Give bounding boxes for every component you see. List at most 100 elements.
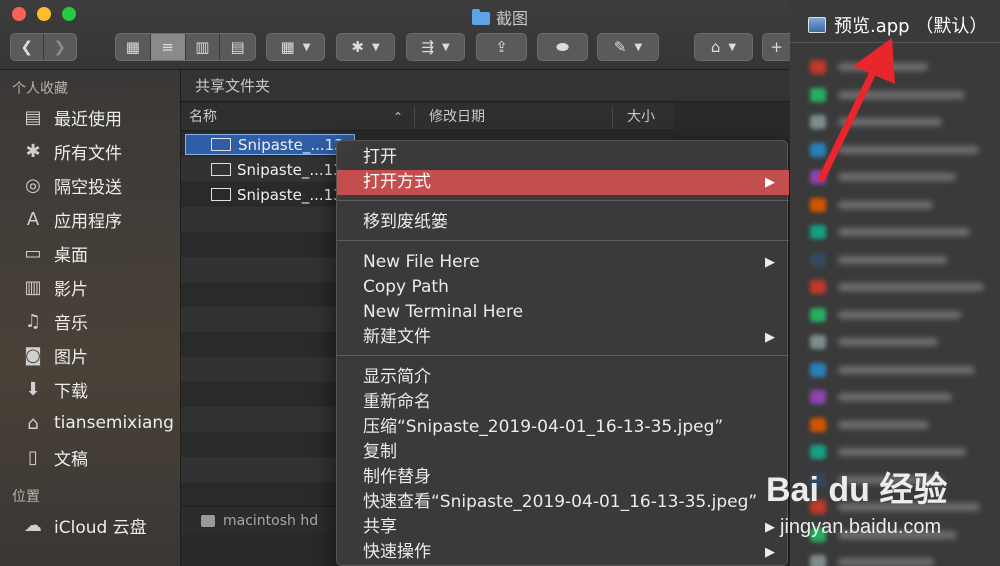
gallery-view-button[interactable]: ▤ <box>220 34 255 60</box>
document-icon: ▯ <box>28 446 38 468</box>
sidebar: 个人收藏 ▤ 最近使用 ✱ 所有文件 ◎ 隔空投送 A 应用程序 ▭ 桌面 ▥ 影片 ♫ 音乐… <box>0 70 181 566</box>
sort-ascending-icon: ⌃ <box>393 110 404 124</box>
menu-item-open-with[interactable]: 打开方式 ▶ <box>337 170 789 195</box>
menu-item-make-alias[interactable]: 制作替身 <box>337 465 789 490</box>
submenu-item-label: 预览.app （默认） <box>834 16 988 37</box>
sidebar-item-movies[interactable]: ▥ 影片 <box>0 270 180 304</box>
menu-item-quick-look[interactable]: 快速查看“Snipaste_2019-04-01_16-13-35.jpeg” <box>337 490 789 515</box>
blurred-app-row <box>810 307 990 322</box>
edit-button[interactable]: ✎ ▼ <box>597 33 659 61</box>
menu-item-label: 压缩“Snipaste_2019-04-01_16-13-35.jpeg” <box>363 417 724 437</box>
sidebar-item-downloads[interactable]: ⬇ 下载 <box>0 372 180 406</box>
column-name[interactable]: 名称 <box>189 103 217 131</box>
blurred-app-row <box>810 280 990 294</box>
sidebar-item-recents[interactable]: ▤ 最近使用 <box>0 100 180 134</box>
image-file-icon <box>211 163 231 176</box>
menu-item-new-file-here[interactable]: New File Here ▶ <box>337 250 789 275</box>
menu-item-duplicate[interactable]: 复制 <box>337 440 789 465</box>
blurred-app-icon <box>810 335 826 349</box>
sidebar-item-documents[interactable]: ▯ 文稿 <box>0 440 180 474</box>
blurred-app-icon <box>810 225 826 239</box>
blurred-app-name <box>838 63 928 71</box>
recents-icon: ▤ <box>24 106 42 128</box>
share-icon: ⇪ <box>495 38 508 56</box>
menu-item-quick-actions[interactable]: 快速操作 ▶ <box>337 540 789 565</box>
menu-item-share[interactable]: 共享 ▶ <box>337 515 789 540</box>
film-icon: ▥ <box>24 276 42 298</box>
sidebar-item-home[interactable]: ⌂ tiansemixiang <box>0 406 180 440</box>
extension-icon: ⌂ <box>710 38 721 56</box>
menu-item-new-terminal-here[interactable]: New Terminal Here <box>337 300 789 325</box>
blurred-app-name <box>838 420 929 429</box>
menu-item-rename[interactable]: 重新命名 <box>337 390 789 415</box>
blurred-app-row <box>810 225 990 239</box>
file-name: Snipaste_...13 <box>237 160 343 179</box>
image-file-icon <box>211 138 231 151</box>
list-view-button[interactable]: ≡ <box>150 34 186 60</box>
favorites-header: 个人收藏 <box>12 81 68 97</box>
blurred-app-icon <box>810 170 826 184</box>
add-button[interactable]: + <box>762 33 790 61</box>
column-size[interactable]: 大小 <box>627 103 655 131</box>
blurred-app-row <box>810 445 990 459</box>
menu-item-label: 新建文件 <box>363 327 431 347</box>
sidebar-item-icloud[interactable]: ☁ iCloud 云盘 <box>0 508 180 542</box>
menu-item-open[interactable]: 打开 <box>337 145 789 170</box>
blurred-app-row <box>810 142 990 157</box>
image-file-icon <box>211 188 231 201</box>
menu-item-label: 打开方式 <box>363 172 431 192</box>
sidebar-item-label: 所有文件 <box>54 143 122 164</box>
chevron-down-icon: ▼ <box>728 41 737 53</box>
chevron-down-icon: ▼ <box>302 41 311 53</box>
blurred-app-name <box>838 118 942 126</box>
menu-item-label: 快速查看“Snipaste_2019-04-01_16-13-35.jpeg” <box>363 492 758 512</box>
menu-item-label: 重新命名 <box>363 392 431 412</box>
sidebar-item-applications[interactable]: A 应用程序 <box>0 202 180 236</box>
document-edit-icon: ✎ <box>613 38 627 56</box>
sidebar-item-all-files[interactable]: ✱ 所有文件 <box>0 134 180 168</box>
sidebar-item-pictures[interactable]: ◙ 图片 <box>0 338 180 372</box>
menu-item-copy-path[interactable]: Copy Path <box>337 275 789 300</box>
forward-button[interactable]: ❯ <box>44 34 77 60</box>
chevron-down-icon: ▼ <box>634 41 643 53</box>
blurred-app-row <box>810 115 990 129</box>
blurred-app-name <box>838 393 952 401</box>
menu-item-label: 共享 <box>363 517 397 537</box>
blurred-app-name <box>838 228 970 236</box>
desktop-icon: ▭ <box>24 242 42 264</box>
blurred-app-row <box>810 170 990 184</box>
menu-item-compress[interactable]: 压缩“Snipaste_2019-04-01_16-13-35.jpeg” <box>337 415 789 440</box>
sidebar-item-music[interactable]: ♫ 音乐 <box>0 304 180 338</box>
menu-separator <box>337 355 789 356</box>
back-button[interactable]: ❮ <box>11 34 44 60</box>
icon-view-button[interactable]: ▦ <box>116 34 151 60</box>
blurred-app-icon <box>810 197 826 212</box>
blurred-app-icon <box>810 280 826 294</box>
sidebar-item-airdrop[interactable]: ◎ 隔空投送 <box>0 168 180 202</box>
menu-item-label: 快速操作 <box>363 542 431 562</box>
submenu-arrow-icon: ▶ <box>765 255 775 270</box>
blurred-app-name <box>838 145 979 154</box>
tag-button[interactable]: ⬬ <box>537 33 588 61</box>
group-button[interactable]: ▦ ▼ <box>266 33 325 61</box>
pane-title: 共享文件夹 <box>181 70 790 102</box>
column-header: 名称 ⌃ 修改日期 大小 <box>181 103 674 131</box>
extension-button[interactable]: ⌂ ▼ <box>694 33 753 61</box>
sidebar-item-label: 桌面 <box>54 245 88 266</box>
column-view-button[interactable]: ▥ <box>186 34 221 60</box>
arrange-button[interactable]: ⇶ ▼ <box>406 33 465 61</box>
sidebar-item-desktop[interactable]: ▭ 桌面 <box>0 236 180 270</box>
column-date[interactable]: 修改日期 <box>429 103 485 131</box>
menu-item-new-file[interactable]: 新建文件 ▶ <box>337 325 789 350</box>
sidebar-item-label: iCloud 云盘 <box>54 517 147 538</box>
path-item-disk[interactable]: macintosh hd <box>223 513 318 529</box>
menu-item-get-info[interactable]: 显示简介 <box>337 365 789 390</box>
window-title-text: 截图 <box>495 9 528 28</box>
submenu-item-preview[interactable]: 预览.app （默认） <box>808 12 987 38</box>
menu-item-move-to-trash[interactable]: 移到废纸篓 <box>337 210 789 235</box>
action-button[interactable]: ✱ ▼ <box>336 33 395 61</box>
submenu-arrow-icon: ▶ <box>765 330 775 345</box>
sidebar-item-label: 隔空投送 <box>54 177 122 198</box>
share-button[interactable]: ⇪ <box>476 33 527 61</box>
folder-icon <box>471 9 490 25</box>
